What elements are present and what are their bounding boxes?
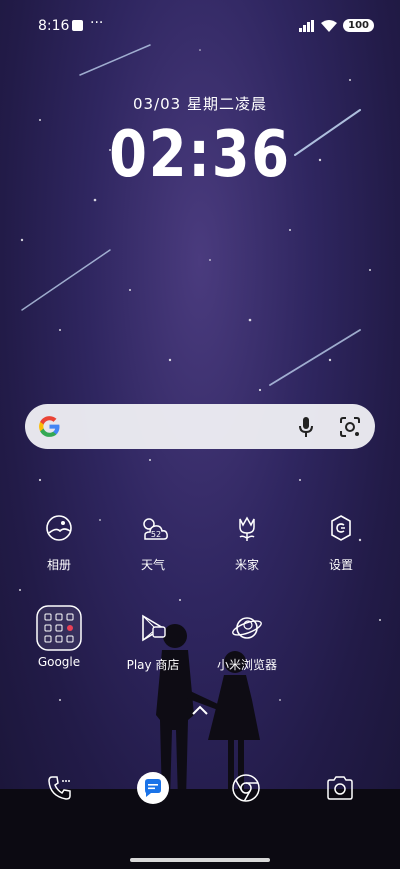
svg-text:52: 52 — [151, 530, 161, 539]
signal-icon — [299, 19, 315, 32]
app-play-store[interactable]: Play 商店 — [113, 608, 193, 673]
app-weather[interactable]: 52 天气 — [113, 508, 193, 573]
gesture-home-bar[interactable] — [130, 858, 270, 862]
app-label: 设置 — [328, 558, 353, 572]
notification-icon — [72, 20, 83, 31]
clock-text[interactable]: 02:36 — [30, 118, 370, 192]
app-drawer-chevron-icon[interactable] — [190, 703, 210, 717]
app-mijia[interactable]: 米家 — [207, 508, 287, 573]
app-label: 米家 — [234, 558, 259, 572]
google-search-bar[interactable] — [25, 404, 375, 449]
microphone-icon[interactable] — [297, 416, 315, 438]
app-gallery[interactable]: 相册 — [19, 508, 99, 573]
weather-icon: 52 — [143, 518, 168, 540]
play-store-icon — [142, 614, 166, 642]
wifi-icon — [321, 19, 338, 32]
more-notifications-indicator: ··· — [90, 15, 104, 31]
settings-icon — [331, 515, 351, 541]
app-label: Google — [37, 655, 81, 669]
dock-chrome-button[interactable] — [226, 768, 266, 808]
app-label: 小米浏览器 — [216, 658, 277, 672]
app-label: 天气 — [140, 558, 165, 572]
dock-phone-button[interactable] — [40, 768, 80, 808]
status-time: 8:16 — [38, 18, 70, 34]
google-g-icon — [39, 416, 60, 437]
app-settings[interactable]: 设置 — [301, 508, 381, 573]
app-folder-google[interactable]: Google — [19, 605, 99, 669]
dock-camera-button[interactable] — [320, 768, 360, 808]
gallery-icon — [46, 515, 72, 541]
dock-messages-button[interactable] — [133, 768, 173, 808]
messages-icon — [137, 772, 169, 804]
camera-icon — [327, 776, 353, 800]
app-label: Play 商店 — [126, 658, 180, 672]
app-label: 相册 — [46, 558, 71, 572]
mijia-tulip-icon — [239, 516, 255, 541]
app-mi-browser[interactable]: 小米浏览器 — [207, 608, 287, 673]
phone-icon — [48, 776, 71, 800]
chrome-icon — [232, 774, 260, 802]
date-text: 03/03 星期二凌晨 — [133, 95, 267, 113]
google-folder-icon — [36, 605, 82, 651]
battery-icon: 100 — [343, 19, 374, 32]
status-bar: 8:16 ··· 100 — [0, 0, 400, 54]
google-lens-icon[interactable] — [339, 416, 361, 438]
browser-planet-icon — [232, 617, 262, 639]
